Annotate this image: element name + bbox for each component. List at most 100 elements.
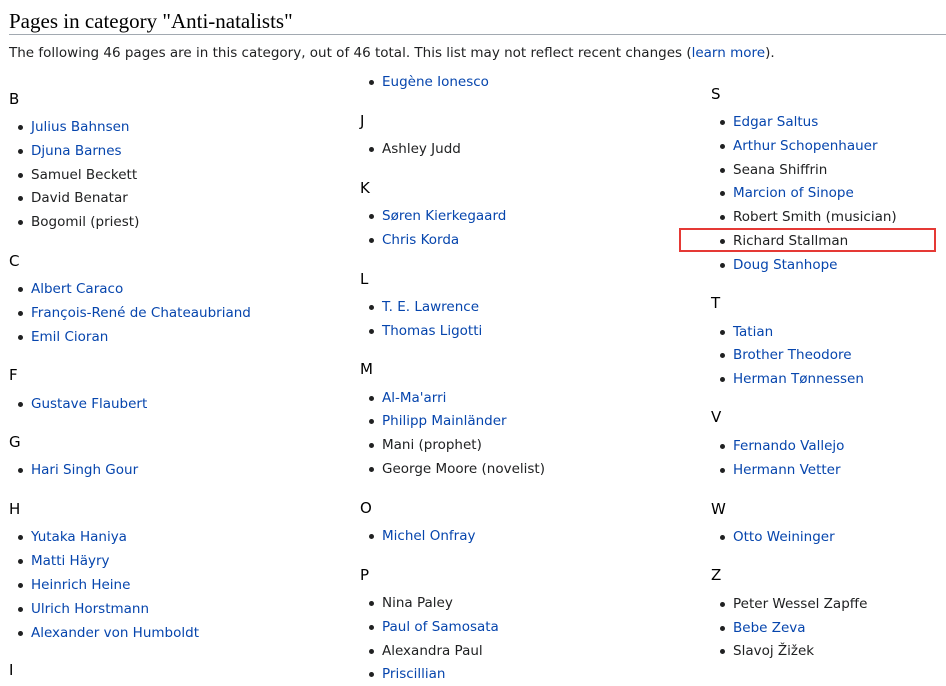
category-list-item[interactable]: David Benatar: [18, 189, 128, 207]
page-link[interactable]: Albert Caraco: [31, 281, 123, 297]
page-link[interactable]: Al-Ma'arri: [382, 390, 446, 406]
category-list-item[interactable]: Philipp Mainländer: [369, 412, 507, 430]
page-link-visited[interactable]: Slavoj Žižek: [733, 643, 814, 659]
page-link[interactable]: Alexander von Humboldt: [31, 625, 199, 641]
category-list-item[interactable]: Bogomil (priest): [17, 213, 139, 231]
category-list-item[interactable]: Matti Häyry: [18, 552, 110, 570]
page-link[interactable]: Hari Singh Gour: [31, 462, 138, 478]
category-list-item[interactable]: Chris Korda: [368, 231, 459, 249]
intro-text-end: ).: [765, 45, 775, 61]
category-list-item[interactable]: Yutaka Haniya: [18, 528, 127, 546]
category-list-item[interactable]: Doug Stanhope: [719, 256, 837, 274]
page-link[interactable]: Michel Onfray: [382, 528, 475, 544]
category-list-item[interactable]: Julius Bahnsen: [17, 118, 129, 136]
category-list-item[interactable]: Alexandra Paul: [369, 642, 483, 660]
page-link[interactable]: Marcion of Sinope: [733, 185, 854, 201]
section-letter-t: T: [711, 294, 721, 312]
page-link[interactable]: Gustave Flaubert: [31, 396, 147, 412]
section-letter-k: K: [360, 179, 370, 197]
page-link[interactable]: T. E. Lawrence: [382, 299, 479, 315]
category-list-item[interactable]: Mani (prophet): [369, 436, 482, 454]
page-link[interactable]: Brother Theodore: [733, 347, 852, 363]
category-list-item[interactable]: Ulrich Horstmann: [17, 600, 149, 618]
section-letter-p: P: [360, 566, 370, 584]
category-list-item[interactable]: Emil Cioran: [17, 328, 108, 346]
category-list-item[interactable]: Al-Ma'arri: [368, 389, 446, 407]
page-link[interactable]: Edgar Saltus: [733, 114, 818, 130]
page-link[interactable]: Søren Kierkegaard: [382, 208, 506, 224]
category-list-item[interactable]: Slavoj Žižek: [719, 642, 814, 660]
category-list-item[interactable]: Albert Caraco: [17, 280, 123, 298]
category-list-item[interactable]: Otto Weininger: [720, 528, 835, 546]
category-list-item[interactable]: Edgar Saltus: [719, 113, 818, 131]
page-link-visited[interactable]: George Moore (novelist): [382, 461, 545, 477]
page-link[interactable]: Hermann Vetter: [733, 462, 841, 478]
category-list-item[interactable]: Alexander von Humboldt: [18, 624, 199, 642]
category-list-item[interactable]: Arthur Schopenhauer: [720, 137, 878, 155]
category-list-item[interactable]: Søren Kierkegaard: [368, 207, 506, 225]
category-list-item[interactable]: Richard Stallman: [719, 232, 848, 250]
category-list-item[interactable]: T. E. Lawrence: [368, 298, 479, 316]
page-link-visited[interactable]: Peter Wessel Zapffe: [733, 596, 867, 612]
category-list-item[interactable]: Hari Singh Gour: [17, 461, 138, 479]
category-list-item[interactable]: Hermann Vetter: [720, 461, 841, 479]
category-list-item[interactable]: Bebe Zeva: [720, 619, 806, 637]
section-letter-f: F: [9, 366, 18, 384]
page-link[interactable]: Julius Bahnsen: [31, 119, 129, 135]
category-list-item[interactable]: Ashley Judd: [369, 140, 461, 158]
category-list-item[interactable]: Brother Theodore: [720, 346, 852, 364]
page-link-visited[interactable]: David Benatar: [31, 190, 128, 206]
category-list-item[interactable]: Tatian: [719, 323, 773, 341]
category-list-item[interactable]: Eugène Ionesco: [369, 73, 489, 91]
category-list-item[interactable]: Samuel Beckett: [17, 166, 137, 184]
page-link[interactable]: Eugène Ionesco: [382, 74, 489, 90]
category-list-item[interactable]: Michel Onfray: [368, 527, 475, 545]
page-link-visited[interactable]: Bogomil (priest): [31, 214, 139, 230]
page-link[interactable]: Chris Korda: [382, 232, 459, 248]
category-list-item[interactable]: Paul of Samosata: [369, 618, 499, 636]
category-list-item[interactable]: Djuna Barnes: [18, 142, 122, 160]
category-list-item[interactable]: Nina Paley: [369, 594, 453, 612]
page-link-visited[interactable]: Seana Shiffrin: [733, 162, 827, 178]
page-link[interactable]: Arthur Schopenhauer: [733, 138, 878, 154]
page-link[interactable]: Philipp Mainländer: [382, 413, 507, 429]
category-list-item[interactable]: François-René de Chateaubriand: [18, 304, 251, 322]
page-link[interactable]: Thomas Ligotti: [382, 323, 482, 339]
category-list-item[interactable]: Gustave Flaubert: [17, 395, 147, 413]
page-link-visited[interactable]: Richard Stallman: [733, 233, 848, 249]
page-link[interactable]: François-René de Chateaubriand: [31, 305, 251, 321]
page-link[interactable]: Heinrich Heine: [31, 577, 130, 593]
section-letter-i: I: [9, 661, 14, 679]
page-link[interactable]: Emil Cioran: [31, 329, 108, 345]
page-link[interactable]: Fernando Vallejo: [733, 438, 844, 454]
page-link[interactable]: Matti Häyry: [31, 553, 110, 569]
page-link[interactable]: Paul of Samosata: [382, 619, 499, 635]
category-list-item[interactable]: Herman Tønnessen: [720, 370, 864, 388]
page-link-visited[interactable]: Nina Paley: [382, 595, 453, 611]
page-link[interactable]: Djuna Barnes: [31, 143, 122, 159]
category-list-item[interactable]: Peter Wessel Zapffe: [719, 595, 867, 613]
category-list-item[interactable]: Robert Smith (musician): [720, 208, 897, 226]
page-link[interactable]: Doug Stanhope: [733, 257, 837, 273]
page-link[interactable]: Otto Weininger: [733, 529, 835, 545]
page-link[interactable]: Herman Tønnessen: [733, 371, 864, 387]
category-list-item[interactable]: Marcion of Sinope: [720, 184, 854, 202]
category-list-item[interactable]: Priscillian: [369, 665, 446, 683]
page-link[interactable]: Bebe Zeva: [733, 620, 806, 636]
page-link-visited[interactable]: Samuel Beckett: [31, 167, 137, 183]
page-link-visited[interactable]: Ashley Judd: [382, 141, 461, 157]
category-list-item[interactable]: Seana Shiffrin: [719, 161, 827, 179]
page-link[interactable]: Yutaka Haniya: [31, 529, 127, 545]
section-letter-b: B: [9, 90, 20, 108]
page-link-visited[interactable]: Robert Smith (musician): [733, 209, 897, 225]
category-list-item[interactable]: George Moore (novelist): [369, 460, 545, 478]
page-link[interactable]: Ulrich Horstmann: [31, 601, 149, 617]
page-link[interactable]: Tatian: [733, 324, 773, 340]
category-list-item[interactable]: Thomas Ligotti: [368, 322, 482, 340]
page-link-visited[interactable]: Alexandra Paul: [382, 643, 483, 659]
page-link-visited[interactable]: Mani (prophet): [382, 437, 482, 453]
learn-more-link[interactable]: learn more: [692, 45, 765, 61]
category-list-item[interactable]: Fernando Vallejo: [719, 437, 844, 455]
page-link[interactable]: Priscillian: [382, 666, 446, 682]
category-list-item[interactable]: Heinrich Heine: [17, 576, 130, 594]
